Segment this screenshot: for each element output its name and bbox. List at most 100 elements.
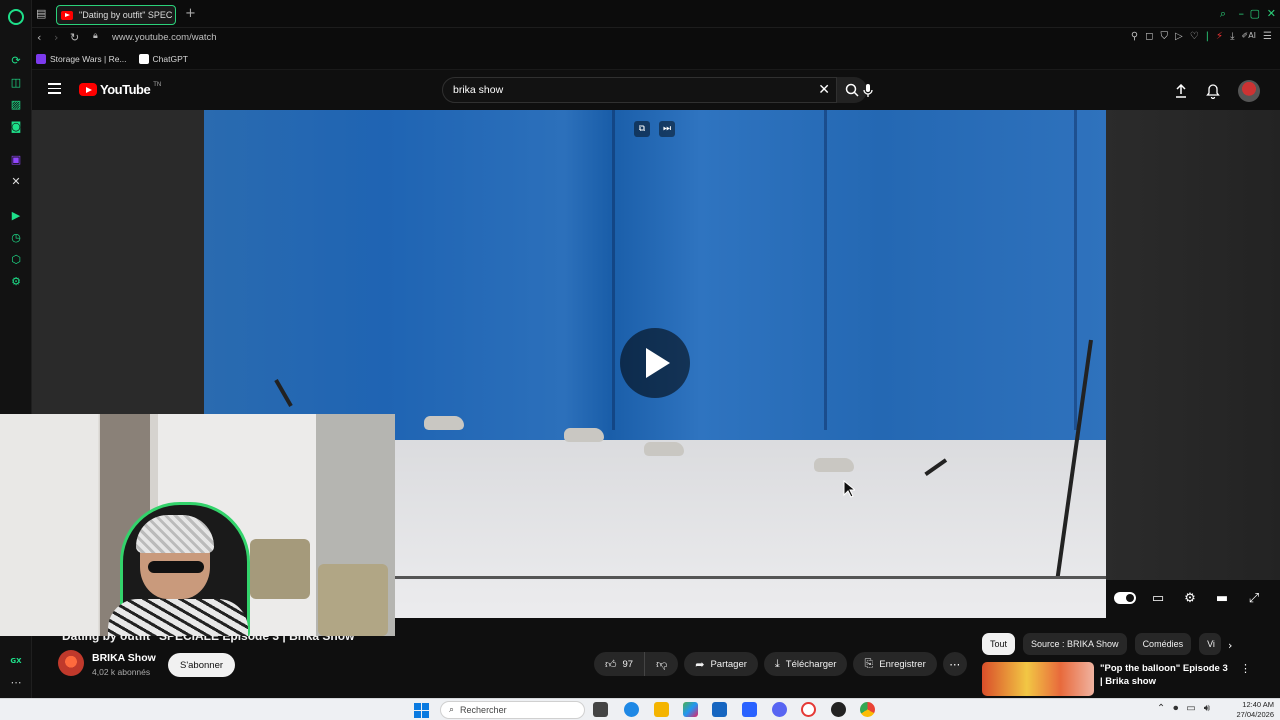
chip-source[interactable]: Source : BRIKA Show — [1023, 633, 1127, 655]
aria-ai-button[interactable]: ✐AI — [1241, 31, 1256, 42]
snapshot-icon[interactable]: ◻ — [1145, 31, 1153, 42]
youtube-masthead: YouTube TN ✕ — [32, 70, 1280, 110]
copilot-icon[interactable] — [683, 702, 698, 717]
file-explorer-icon[interactable] — [654, 702, 669, 717]
heart-icon[interactable]: ♡ — [1190, 31, 1199, 42]
more-actions-icon[interactable]: ⋯ — [942, 652, 967, 676]
settings-icon[interactable]: ⚙ — [9, 275, 23, 289]
bookmark-storage-wars[interactable]: Storage Wars | Re... — [36, 53, 127, 64]
play-button[interactable] — [620, 328, 690, 398]
player-icon[interactable]: ▶ — [9, 209, 23, 223]
webcam-person — [108, 515, 248, 636]
subtitles-icon[interactable]: ▭ — [1148, 588, 1168, 608]
music-icon[interactable]: ◙ — [9, 120, 23, 134]
chips-next-icon[interactable]: › — [1228, 639, 1232, 652]
like-dislike-group: 👍︎ 97 👎︎ — [594, 652, 679, 676]
history-icon[interactable]: ⟳ — [9, 54, 23, 68]
mail-icon[interactable] — [742, 702, 757, 717]
recommendation-thumbnail[interactable] — [982, 662, 1094, 696]
voice-search-button[interactable] — [855, 77, 881, 103]
subscribe-button[interactable]: S'abonner — [168, 653, 236, 677]
channel-avatar[interactable] — [58, 650, 84, 676]
chatgpt-icon — [138, 53, 149, 64]
tray-chevron-icon[interactable]: ⌃ — [1157, 703, 1165, 714]
youtube-favicon-icon — [61, 10, 73, 20]
url-field[interactable]: www.youtube.com/watch — [112, 32, 217, 43]
like-button[interactable]: 👍︎ 97 — [594, 652, 646, 676]
progress-bar[interactable] — [394, 576, 1106, 579]
clock-date: 27/04/2026 — [1236, 710, 1274, 719]
chip-all[interactable]: Tout — [982, 633, 1016, 655]
new-tab-button[interactable]: + — [185, 7, 196, 21]
bookmarks-bar: Storage Wars | Re... ChatGPT — [32, 48, 1280, 70]
extensions-icon[interactable]: ⬡ — [9, 253, 23, 267]
account-avatar[interactable] — [1238, 80, 1260, 102]
share-button[interactable]: ➦ Partager — [684, 652, 758, 676]
opera-icon[interactable] — [801, 702, 816, 717]
chrome-icon[interactable] — [860, 702, 875, 717]
bookmark-chatgpt[interactable]: ChatGPT — [138, 53, 188, 64]
shield-icon[interactable]: ⛉ — [1160, 31, 1168, 42]
task-view-icon[interactable] — [593, 702, 608, 717]
opera-gx-logo-icon[interactable] — [8, 9, 24, 25]
capcut-icon[interactable] — [831, 702, 846, 717]
dislike-button[interactable]: 👎︎ — [645, 652, 679, 676]
channel-name[interactable]: BRIKA Show — [92, 652, 156, 664]
gx-corner-icon[interactable]: ⚡ — [1216, 31, 1223, 42]
upload-icon[interactable] — [1174, 84, 1188, 98]
search-input[interactable] — [443, 78, 763, 102]
miniplayer-icon[interactable]: ⧉ — [634, 121, 650, 137]
autoplay-toggle[interactable] — [1114, 592, 1136, 604]
save-button[interactable]: ⎘ Enregistrer — [853, 652, 937, 676]
shoe — [564, 428, 604, 442]
messenger-icon[interactable]: ▨ — [9, 98, 23, 112]
notifications-bell-icon[interactable] — [1206, 83, 1220, 99]
bookmark-icon: ⎘ — [864, 657, 874, 670]
tray-display-icon[interactable]: ▭ — [1186, 703, 1195, 714]
download-label: Télécharger — [785, 658, 837, 670]
fullscreen-icon[interactable]: ⤢ — [1244, 588, 1264, 608]
chip-comedies[interactable]: Comédies — [1134, 633, 1192, 655]
gx-label[interactable]: GX — [9, 654, 23, 668]
close-window-icon[interactable]: ✕ — [1267, 7, 1276, 20]
send-icon[interactable]: ▷ — [1175, 31, 1183, 42]
maximize-icon[interactable]: ▢ — [1250, 7, 1260, 20]
search-tabs-icon[interactable]: ⌕ — [1220, 7, 1226, 21]
next-video-icon[interactable]: ⏭ — [659, 121, 675, 137]
minimize-icon[interactable]: – — [1239, 7, 1245, 20]
tray-mic-icon[interactable]: ⏺ — [1173, 703, 1178, 714]
discord-icon[interactable] — [772, 702, 787, 717]
youtube-logo[interactable]: YouTube TN — [79, 82, 161, 97]
webcam-armchair — [318, 564, 388, 636]
recommendation-title[interactable]: "Pop the balloon" Episode 3 | Brika show — [1100, 662, 1228, 688]
bag-icon[interactable]: ◫ — [9, 76, 23, 90]
twitch-icon[interactable]: ▣ — [9, 153, 23, 167]
clock-time: 12:40 AM — [1242, 700, 1274, 709]
back-icon[interactable]: ‹ — [37, 31, 41, 44]
x-icon[interactable]: ✕ — [9, 175, 23, 189]
taskbar-clock[interactable]: 12:40 AM 27/04/2026 — [1236, 700, 1274, 720]
more-icon[interactable]: ⋯ — [9, 676, 23, 690]
clock-icon[interactable]: ◷ — [9, 231, 23, 245]
pin-icon[interactable]: ⚲ — [1131, 31, 1138, 42]
shoe — [644, 442, 684, 456]
download-button[interactable]: ⤓ Télécharger — [763, 652, 848, 676]
menu-icon[interactable]: ☰ — [1263, 31, 1272, 42]
download-icon[interactable]: ⤓ — [1230, 31, 1234, 42]
store-icon[interactable] — [712, 702, 727, 717]
reload-icon[interactable]: ↻ — [70, 31, 79, 44]
clear-search-icon[interactable]: ✕ — [818, 82, 830, 98]
tray-volume-icon[interactable]: 🔊︎ — [1204, 703, 1210, 714]
taskbar-search[interactable]: ⌕ Rechercher — [440, 701, 585, 719]
settings-gear-icon[interactable]: ⚙ — [1180, 588, 1200, 608]
recommendation-menu-icon[interactable]: ⋮ — [1240, 662, 1251, 675]
windows-start-icon[interactable] — [414, 703, 429, 718]
edge-icon[interactable] — [624, 702, 639, 717]
tab-youtube[interactable]: "Dating by outfit" SPEC — [56, 5, 176, 25]
guide-menu-icon[interactable] — [48, 83, 61, 94]
theater-mode-icon[interactable]: ▬ — [1212, 588, 1232, 608]
chip-more[interactable]: Vi — [1199, 633, 1222, 655]
workspaces-icon[interactable]: ▤ — [36, 7, 46, 20]
forward-icon[interactable]: › — [54, 31, 58, 44]
bookmark-label: ChatGPT — [152, 53, 188, 64]
